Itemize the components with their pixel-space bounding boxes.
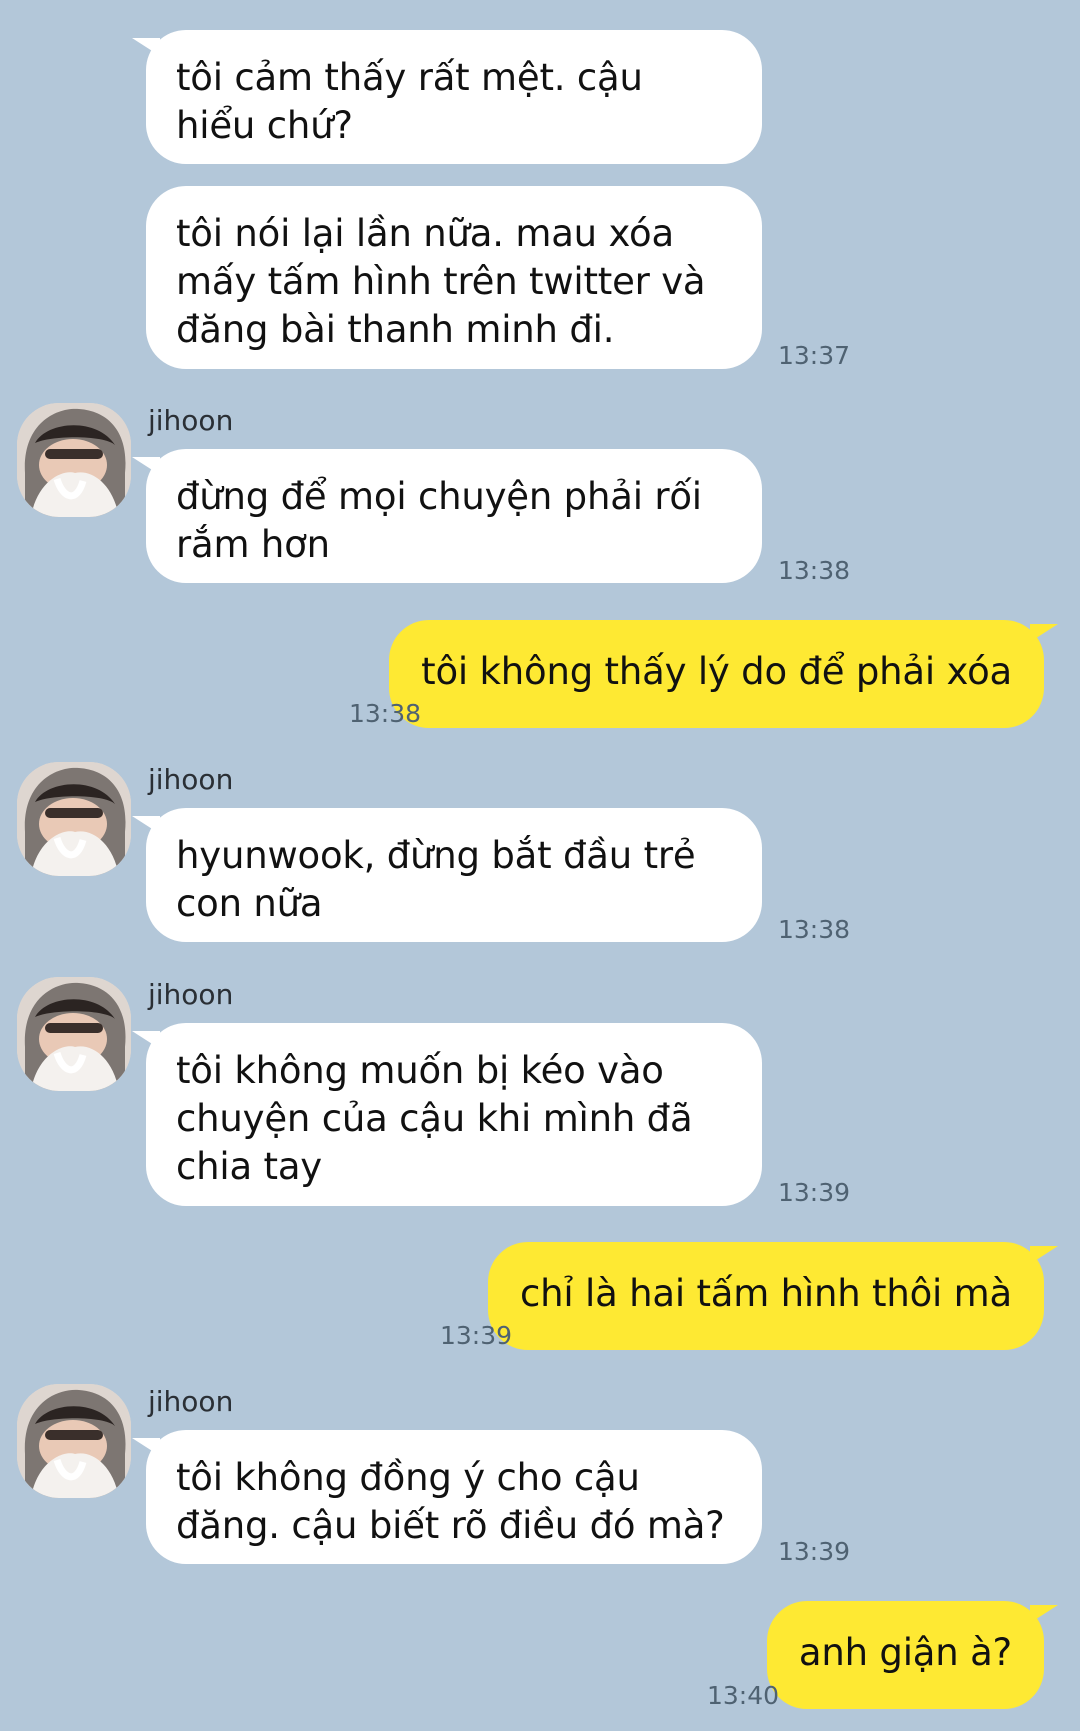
- sender-name: jihoon: [148, 404, 234, 437]
- message-bubble-incoming[interactable]: tôi không muốn bị kéo vào chuyện của cậu…: [132, 1023, 762, 1206]
- avatar-photo-icon: [17, 403, 131, 517]
- bubble-tail: [132, 1438, 160, 1456]
- message-timestamp: 13:39: [778, 1537, 851, 1566]
- message-text: tôi cảm thấy rất mệt. cậu hiểu chứ?: [176, 56, 643, 147]
- message-text: chỉ là hai tấm hình thôi mà: [519, 1272, 1012, 1315]
- bubble-tail: [132, 457, 160, 475]
- message-text: tôi không muốn bị kéo vào chuyện của cậu…: [176, 1049, 693, 1188]
- contact-avatar[interactable]: [17, 762, 131, 876]
- bubble-tail: [132, 38, 160, 56]
- message-bubble-incoming[interactable]: hyunwook, đừng bắt đầu trẻ con nữa: [132, 808, 762, 942]
- message-timestamp: 13:38: [778, 556, 851, 585]
- avatar-photo-icon: [17, 977, 131, 1091]
- message-bubble-incoming[interactable]: đừng để mọi chuyện phải rối rắm hơn: [132, 449, 762, 583]
- sender-name: jihoon: [148, 763, 234, 796]
- message-text: hyunwook, đừng bắt đầu trẻ con nữa: [176, 834, 696, 925]
- sender-name: jihoon: [148, 1385, 234, 1418]
- message-text: tôi không đồng ý cho cậu đăng. cậu biết …: [176, 1456, 725, 1547]
- message-timestamp: 13:37: [778, 341, 851, 370]
- message-bubble-incoming[interactable]: tôi nói lại lần nữa. mau xóa mấy tấm hìn…: [146, 186, 762, 369]
- message-timestamp: 13:38: [349, 699, 422, 728]
- contact-avatar[interactable]: [17, 403, 131, 517]
- message-text: tôi nói lại lần nữa. mau xóa mấy tấm hìn…: [176, 212, 706, 351]
- message-text: đừng để mọi chuyện phải rối rắm hơn: [176, 475, 702, 566]
- message-timestamp: 13:38: [778, 915, 851, 944]
- message-text: tôi không thấy lý do để phải xóa: [421, 650, 1012, 693]
- bubble-tail: [132, 816, 160, 834]
- bubble-tail: [132, 1031, 160, 1049]
- bubble-tail: [1030, 1246, 1058, 1264]
- message-text: anh giận à?: [798, 1631, 1012, 1674]
- sender-name: jihoon: [148, 978, 234, 1011]
- bubble-tail: [1030, 624, 1058, 642]
- message-bubble-outgoing[interactable]: chỉ là hai tấm hình thôi mà: [487, 1242, 1058, 1350]
- contact-avatar[interactable]: [17, 977, 131, 1091]
- message-bubble-outgoing[interactable]: anh giận à?: [766, 1601, 1058, 1709]
- message-timestamp: 13:40: [707, 1681, 780, 1710]
- message-timestamp: 13:39: [778, 1178, 851, 1207]
- avatar-photo-icon: [17, 1384, 131, 1498]
- avatar-photo-icon: [17, 762, 131, 876]
- message-bubble-outgoing[interactable]: tôi không thấy lý do để phải xóa: [389, 620, 1058, 728]
- bubble-tail: [1030, 1605, 1058, 1623]
- message-timestamp: 13:39: [440, 1321, 513, 1350]
- message-bubble-incoming[interactable]: tôi cảm thấy rất mệt. cậu hiểu chứ?: [132, 30, 762, 164]
- contact-avatar[interactable]: [17, 1384, 131, 1498]
- message-bubble-incoming[interactable]: tôi không đồng ý cho cậu đăng. cậu biết …: [132, 1430, 762, 1564]
